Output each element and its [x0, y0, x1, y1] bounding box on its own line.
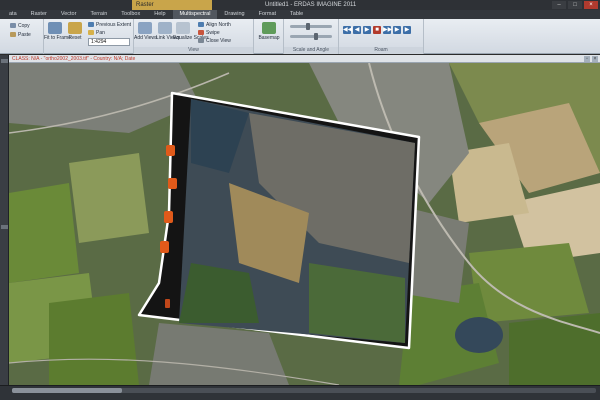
- field-patch: [69, 153, 149, 243]
- close-button[interactable]: ×: [584, 1, 598, 9]
- tab-drawing[interactable]: Drawing: [217, 10, 251, 19]
- field-patch: [9, 183, 79, 283]
- fiducial-mark: [160, 241, 169, 253]
- map-svg: [9, 63, 600, 385]
- horizontal-scrollbar[interactable]: [12, 388, 596, 393]
- roam-end-button[interactable]: ▶: [403, 26, 411, 34]
- close-view-button[interactable]: Close View: [198, 38, 231, 44]
- roam-next-button[interactable]: ▶: [393, 26, 401, 34]
- roam-stop-button[interactable]: ■: [373, 26, 381, 34]
- tab-raster[interactable]: Raster: [24, 10, 54, 19]
- contextual-tab-raster[interactable]: Raster: [132, 0, 212, 10]
- scale-field[interactable]: 1:4294: [88, 38, 130, 46]
- fit-to-frame-icon[interactable]: [48, 22, 62, 34]
- add-views-icon[interactable]: [138, 22, 152, 34]
- field-patch: [509, 313, 600, 385]
- north-arrow-icon: [198, 22, 204, 28]
- pan-icon: [88, 30, 94, 36]
- panel-splitter-icon[interactable]: [1, 225, 8, 229]
- title-bar: Raster Untitled1 - ERDAS IMAGINE 2011 – …: [0, 0, 600, 10]
- tab-table[interactable]: Table: [283, 10, 310, 19]
- equalize-scales-label[interactable]: Equalize Scales: [173, 35, 209, 41]
- scale-angle-group-label: Scale and Angle: [284, 47, 338, 54]
- field-patch: [49, 293, 139, 385]
- viewer-restore-icon[interactable]: ▫: [584, 56, 590, 62]
- previous-extent-icon: [88, 22, 94, 28]
- tab-toolbox[interactable]: Toolbox: [114, 10, 147, 19]
- pan-label: Pan: [96, 30, 105, 36]
- scale-slider-knob[interactable]: [306, 23, 310, 30]
- close-view-label: Close View: [206, 38, 231, 44]
- angle-slider-knob[interactable]: [314, 33, 318, 40]
- previous-extent-label: Previous Extent: [96, 22, 132, 28]
- tab-vector[interactable]: Vector: [54, 10, 84, 19]
- fiducial-mark: [166, 145, 175, 156]
- extent-group: Fit to Frame Reset Previous Extent Pan 1…: [44, 19, 134, 54]
- basemap-icon[interactable]: [262, 22, 276, 34]
- lake: [455, 317, 503, 353]
- add-views-label[interactable]: Add Views: [134, 35, 158, 41]
- fiducial-mark: [165, 299, 170, 308]
- tab-format[interactable]: Format: [252, 10, 283, 19]
- paste-icon: [10, 32, 16, 38]
- roam-group-label: Roam: [339, 47, 423, 54]
- angle-slider[interactable]: [290, 35, 332, 38]
- tab-terrain[interactable]: Terrain: [83, 10, 114, 19]
- tab-multispectral[interactable]: Multispectral: [172, 10, 218, 19]
- viewer-title: CLASS: N/A - "ortho2002_2003.tif" - Coun…: [12, 56, 136, 62]
- horizontal-scrollbar-thumb[interactable]: [12, 388, 122, 393]
- viewer-header-icons: ▫ ×: [584, 56, 598, 62]
- reset-icon[interactable]: [68, 22, 82, 34]
- copy-label: Copy: [18, 23, 30, 29]
- viewer-header: CLASS: N/A - "ortho2002_2003.tif" - Coun…: [9, 55, 600, 63]
- paste-button[interactable]: Paste: [10, 32, 31, 38]
- viewer-close-icon[interactable]: ×: [592, 56, 598, 62]
- erdas-app-window: Raster Untitled1 - ERDAS IMAGINE 2011 – …: [0, 0, 600, 400]
- fiducial-mark: [164, 211, 173, 223]
- roam-group: ◀◀ ◀ ▶ ■ ▶▶ ▶ ▶ Roam: [339, 19, 424, 54]
- align-north-label: Align North: [206, 22, 231, 28]
- minimize-button[interactable]: –: [552, 1, 566, 9]
- fit-to-frame-label[interactable]: Fit to Frame: [44, 35, 71, 41]
- edit-group: Copy Paste: [0, 19, 44, 54]
- pan-button[interactable]: Pan: [88, 30, 105, 36]
- previous-extent-button[interactable]: Previous Extent: [88, 22, 131, 28]
- equalize-scales-icon[interactable]: [176, 22, 190, 34]
- link-views-icon[interactable]: [158, 22, 172, 34]
- scale-angle-group: Scale and Angle: [284, 19, 339, 54]
- copy-icon: [10, 23, 16, 29]
- map-canvas[interactable]: [9, 63, 600, 385]
- maximize-button[interactable]: □: [568, 1, 582, 9]
- roam-back-button[interactable]: ◀: [353, 26, 361, 34]
- align-north-button[interactable]: Align North: [198, 22, 231, 28]
- status-bar: [0, 385, 600, 400]
- view-group: Add Views Link Views Equalize Scales Ali…: [134, 19, 254, 54]
- tab-help[interactable]: Help: [147, 10, 172, 19]
- paste-label: Paste: [18, 32, 31, 38]
- view-group-label: View: [134, 47, 253, 54]
- fiducial-mark: [168, 178, 177, 189]
- window-controls: – □ ×: [552, 1, 598, 9]
- left-panel-collapsed[interactable]: [0, 55, 9, 390]
- scale-slider[interactable]: [290, 25, 332, 28]
- ribbon: Copy Paste Fit to Frame Reset Previous E…: [0, 19, 600, 54]
- ribbon-tabs: ata Raster Vector Terrain Toolbox Help M…: [0, 10, 600, 19]
- reset-label[interactable]: Reset: [66, 35, 84, 41]
- roam-play-button[interactable]: ▶: [363, 26, 371, 34]
- basemap-label[interactable]: Basemap: [254, 35, 284, 41]
- swipe-button[interactable]: Swipe: [198, 30, 220, 36]
- swipe-icon: [198, 30, 204, 36]
- basemap-group: Basemap: [254, 19, 284, 54]
- copy-button[interactable]: Copy: [10, 23, 30, 29]
- tab-data[interactable]: ata: [2, 10, 24, 19]
- panel-pin-icon[interactable]: [1, 59, 8, 63]
- swipe-label: Swipe: [206, 30, 220, 36]
- close-view-icon: [198, 38, 204, 44]
- roam-forward-button[interactable]: ▶▶: [383, 26, 392, 34]
- roam-rewind-button[interactable]: ◀◀: [343, 26, 352, 34]
- window-title: Untitled1 - ERDAS IMAGINE 2011: [265, 2, 357, 8]
